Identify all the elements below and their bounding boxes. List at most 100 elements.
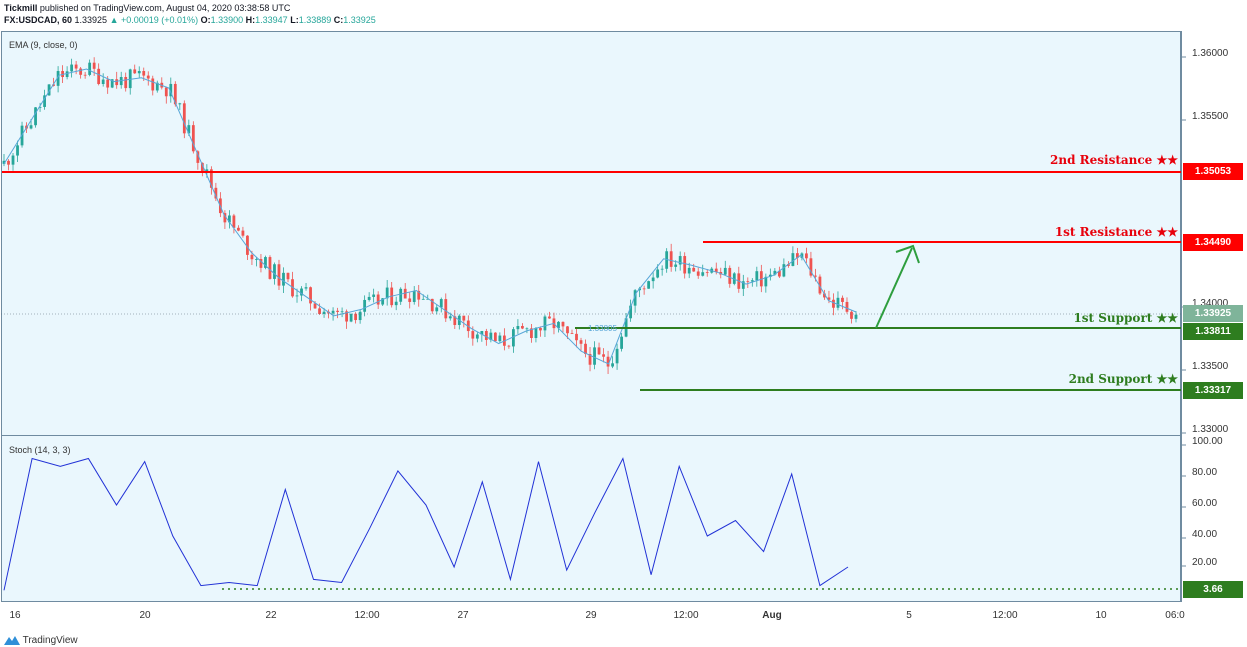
candle-body: [687, 267, 691, 274]
candle-body: [133, 69, 137, 74]
candle-body: [178, 103, 182, 105]
projection-arrow: [875, 244, 920, 329]
candle-body: [493, 332, 497, 342]
candle-body: [232, 215, 236, 228]
candle-body: [521, 325, 524, 329]
stoch-tick-80: 80.00: [1192, 467, 1218, 478]
candle-body: [354, 313, 358, 321]
candle-body: [723, 267, 727, 275]
stoch-tick-40: 40.00: [1192, 529, 1218, 540]
candle-body: [534, 327, 538, 339]
candle-body: [845, 301, 849, 312]
candle-body: [543, 316, 547, 331]
candle-body: [336, 310, 339, 312]
candle-body: [237, 227, 240, 231]
candle-body: [322, 311, 326, 314]
candle-body: [124, 77, 128, 89]
candle-body: [182, 103, 186, 134]
candle-body: [273, 264, 276, 279]
candle-body: [295, 295, 299, 297]
last-price-tag: 1.33925: [1183, 305, 1243, 322]
candle-body: [394, 301, 398, 306]
candle-body: [692, 267, 696, 272]
candle-body: [791, 253, 795, 266]
candle-body: [255, 259, 258, 260]
candle-body: [841, 297, 844, 302]
candle-body: [539, 327, 542, 331]
candle-body: [286, 272, 290, 280]
candle-body: [656, 269, 660, 278]
candle-body: [728, 267, 732, 284]
candle-body: [620, 336, 623, 349]
x-label-10: 10: [1095, 610, 1107, 621]
x-label-5: 5: [906, 610, 912, 621]
candle-body: [642, 288, 646, 290]
candle-body: [448, 316, 452, 319]
candle-body: [97, 68, 101, 85]
candle-body: [412, 290, 416, 302]
candle-body: [516, 325, 520, 330]
candle-body: [561, 321, 565, 327]
candle-body: [805, 253, 808, 259]
level-tag-2nd-resistance: 1.35053: [1183, 163, 1243, 180]
x-label-29: 29: [585, 610, 597, 621]
candle-body: [74, 64, 78, 69]
candle-body: [115, 79, 119, 86]
candle-body: [593, 347, 596, 365]
candle-body: [647, 281, 651, 289]
x-label-aug: Aug: [762, 610, 782, 621]
candle-body: [660, 268, 664, 270]
candle-body: [674, 264, 678, 267]
candle-body: [444, 299, 448, 319]
candle-body: [79, 68, 83, 75]
candle-body: [363, 299, 367, 312]
candle-body: [250, 254, 254, 260]
level-label-1st-resistance[interactable]: 1st Resistance ★★: [1055, 225, 1178, 239]
ema-line: [3, 68, 857, 365]
candle-body: [579, 340, 583, 344]
price-tick-1-33500: 1.33500: [1192, 361, 1229, 372]
candle-body: [615, 348, 619, 364]
candle-body: [475, 334, 479, 339]
candle-body: [358, 311, 362, 321]
candle-body: [16, 145, 19, 156]
candle-body: [372, 294, 376, 297]
level-label-2nd-support[interactable]: 2nd Support ★★: [1069, 372, 1178, 386]
candle-body: [34, 107, 37, 126]
candle-body: [850, 311, 853, 319]
candle-body: [92, 62, 96, 69]
candle-body: [367, 296, 371, 300]
candle-body: [137, 71, 141, 74]
x-label-1200-a: 12:00: [354, 610, 380, 621]
candle-body: [241, 230, 245, 236]
level-tag-1st-support: 1.33811: [1183, 323, 1243, 340]
stoch-tick-60: 60.00: [1192, 498, 1218, 509]
candle-body: [755, 271, 759, 281]
candle-body: [313, 303, 317, 309]
candle-body: [498, 335, 502, 342]
level-label-1st-support[interactable]: 1st Support ★★: [1073, 311, 1178, 325]
candle-body: [597, 347, 601, 355]
level-label-2nd-resistance[interactable]: 2nd Resistance ★★: [1050, 153, 1178, 167]
candle-body: [408, 298, 412, 302]
candle-body: [669, 251, 673, 267]
candle-body: [282, 272, 285, 286]
level-tag-1st-resistance: 1.34490: [1183, 234, 1243, 251]
level-tag-2nd-support: 1.33317: [1183, 382, 1243, 399]
stoch-tick-20: 20.00: [1192, 557, 1218, 568]
candle-body: [683, 256, 687, 274]
candle-body: [142, 71, 146, 76]
price-tick-1-35500: 1.35500: [1192, 111, 1229, 122]
candle-body: [484, 331, 488, 340]
stoch-value-tag: 3.66: [1183, 581, 1243, 598]
candle-body: [70, 64, 74, 72]
candle-body: [7, 160, 10, 165]
candle-body: [83, 74, 87, 76]
tradingview-footer[interactable]: TradingView: [4, 635, 78, 646]
candle-body: [575, 333, 578, 341]
tradingview-brand: TradingView: [22, 635, 78, 646]
candle-body: [705, 272, 709, 274]
price-candles: [2, 57, 858, 374]
candle-body: [88, 62, 92, 75]
candle-body: [11, 155, 15, 165]
